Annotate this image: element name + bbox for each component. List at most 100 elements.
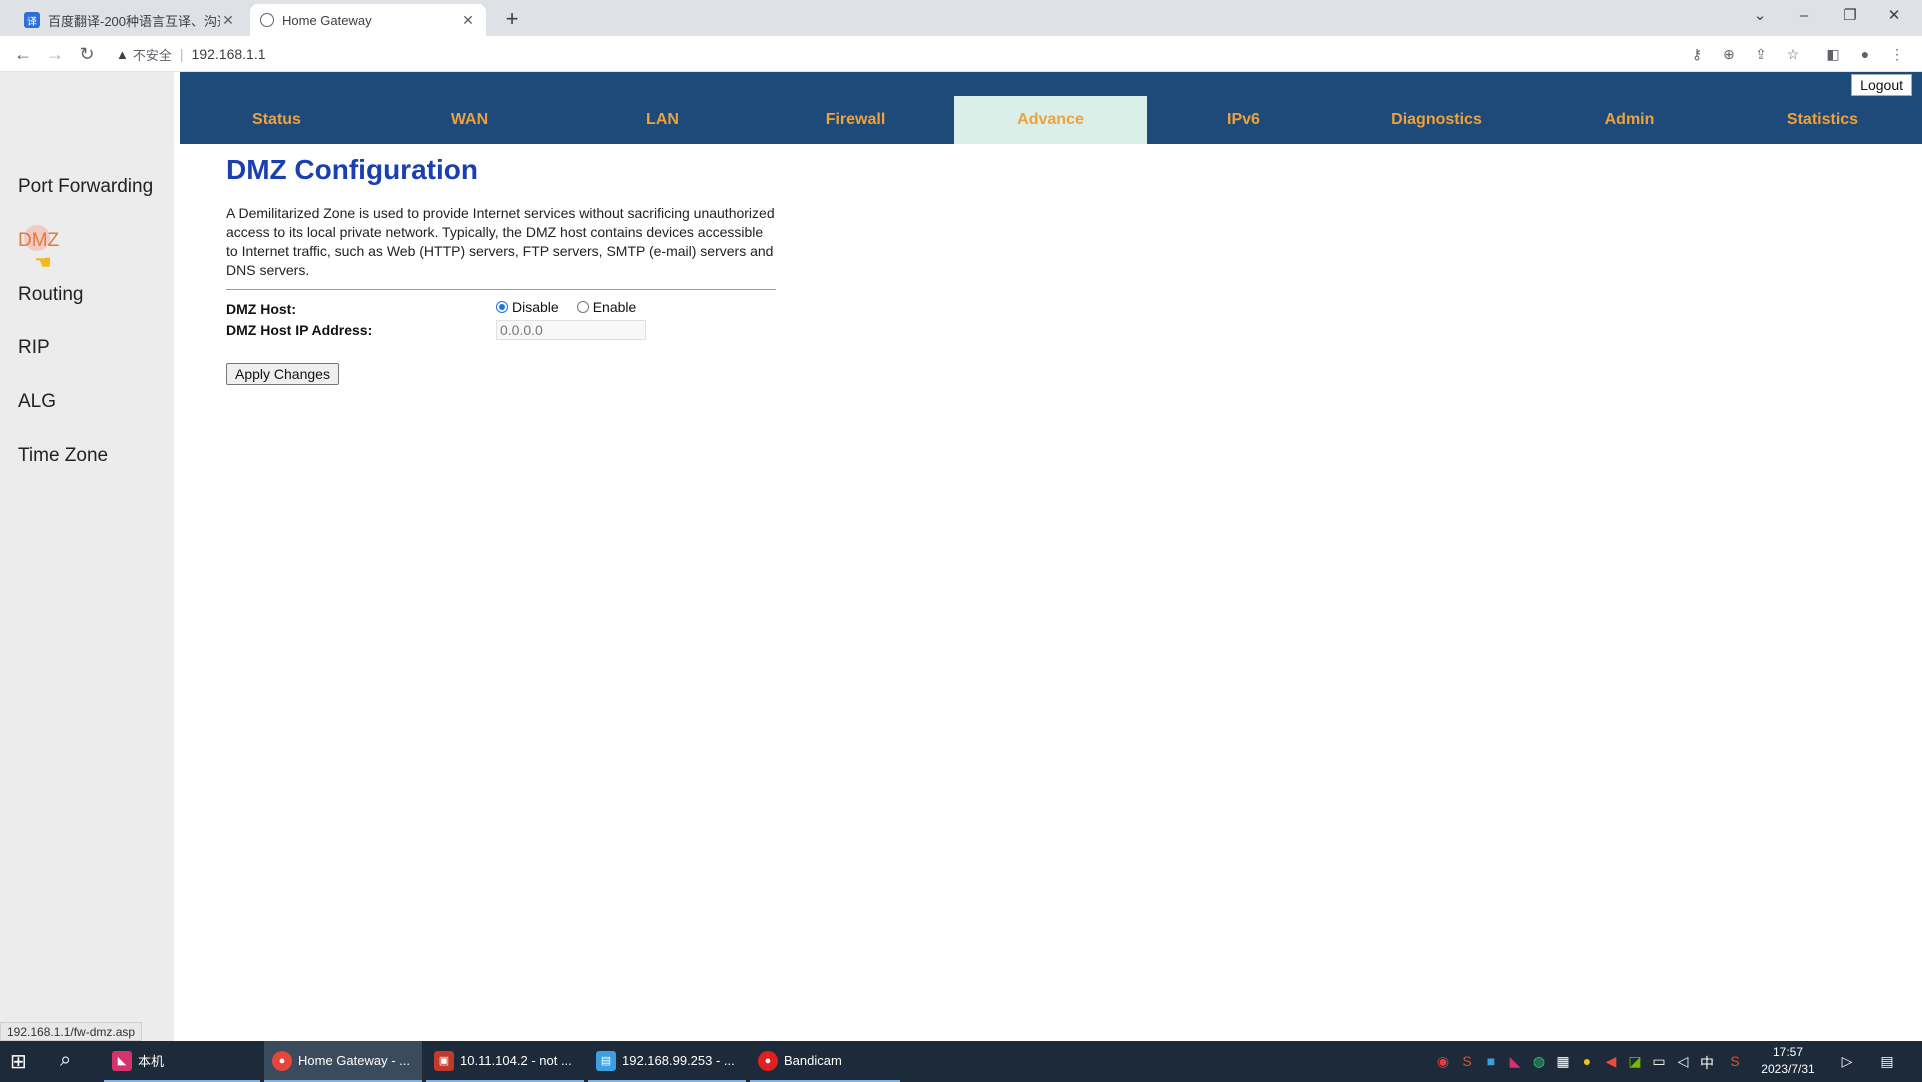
sidebar-item-routing[interactable]: Routing: [18, 284, 84, 306]
nav-tab-status[interactable]: Status: [180, 96, 373, 144]
dmz-ip-input[interactable]: [496, 320, 646, 340]
address-bar[interactable]: ▲ 不安全 | 192.168.1.1: [116, 41, 1676, 67]
taskbar-app-label: 本机: [138, 1054, 165, 1069]
windows-start-icon[interactable]: ⊞: [10, 1049, 27, 1074]
taskbar-app-remote-1[interactable]: ▣ 10.11.104.2 - not ...: [426, 1041, 584, 1082]
status-bar-url: 192.168.1.1/fw-dmz.asp: [0, 1022, 143, 1041]
dmz-disable-radio[interactable]: [496, 301, 508, 313]
tray-app-icon[interactable]: ■: [1480, 1053, 1502, 1069]
forward-arrow-icon[interactable]: →: [42, 42, 68, 66]
sidebar-item-port-forwarding[interactable]: Port Forwarding: [18, 176, 153, 198]
app-local-icon: ◣: [112, 1050, 132, 1071]
taskbar-app-label: Home Gateway - ...: [298, 1053, 410, 1068]
sidebar-item-rip[interactable]: RIP: [18, 337, 50, 359]
tab-title: Home Gateway: [282, 12, 372, 28]
taskbar-app-chrome[interactable]: ● Home Gateway - ...: [264, 1041, 422, 1082]
zoom-icon[interactable]: ⊕: [1718, 44, 1740, 64]
dmz-disable-label[interactable]: Disable: [512, 299, 559, 315]
show-desktop-icon[interactable]: ▷: [1836, 1053, 1858, 1070]
nav-tab-wan[interactable]: WAN: [373, 96, 566, 144]
taskbar-app-remote-2[interactable]: ▤ 192.168.99.253 - ...: [588, 1041, 746, 1082]
url-text[interactable]: 192.168.1.1: [192, 46, 266, 62]
reload-icon[interactable]: ↻: [74, 42, 100, 66]
tray-app-icon[interactable]: S: [1456, 1053, 1478, 1069]
logout-button[interactable]: Logout: [1851, 74, 1912, 96]
restore-button[interactable]: ❐: [1828, 4, 1872, 28]
baidu-translate-favicon-icon: 译: [24, 12, 40, 28]
tray-app-icon[interactable]: ▦: [1552, 1053, 1574, 1070]
sogou-ime-icon[interactable]: S: [1724, 1053, 1746, 1069]
clock-date: 2023/7/31: [1761, 1062, 1815, 1076]
new-tab-button[interactable]: +: [500, 6, 524, 32]
key-icon[interactable]: ⚷: [1686, 44, 1708, 64]
taskbar-app-label: 10.11.104.2 - not ...: [460, 1053, 572, 1068]
dmz-description: A Demilitarized Zone is used to provide …: [226, 204, 776, 290]
tab-search-dropdown-icon[interactable]: ⌄: [1738, 4, 1782, 28]
dmz-host-row: DMZ Host: Disable Enable: [226, 299, 776, 320]
nav-tab-lan[interactable]: LAN: [566, 96, 759, 144]
nav-tab-firewall[interactable]: Firewall: [759, 96, 952, 144]
share-icon[interactable]: ⇪: [1750, 44, 1772, 64]
dmz-enable-radio[interactable]: [576, 301, 589, 313]
sidebar-item-time-zone[interactable]: Time Zone: [18, 445, 108, 467]
dmz-host-options: Disable Enable: [496, 299, 636, 315]
tray-app-icon[interactable]: ◣: [1504, 1053, 1526, 1070]
dmz-config-panel: DMZ Configuration A Demilitarized Zone i…: [226, 154, 776, 385]
taskbar-app-label: 192.168.99.253 - ...: [622, 1053, 735, 1068]
tray-app-icon[interactable]: ◀: [1600, 1053, 1622, 1070]
search-icon[interactable]: ⌕: [60, 1049, 71, 1072]
tab-title: 百度翻译-200种语言互译、沟通: [48, 13, 220, 29]
page-title: DMZ Configuration: [226, 154, 478, 185]
browser-menu-icon[interactable]: ⋮: [1886, 44, 1908, 64]
volume-muted-icon[interactable]: ◁: [1672, 1053, 1694, 1070]
nav-tab-ipv6[interactable]: IPv6: [1147, 96, 1340, 144]
nvidia-icon[interactable]: ◪: [1624, 1053, 1646, 1070]
dmz-host-label: DMZ Host:: [226, 301, 296, 317]
close-window-button[interactable]: ✕: [1872, 4, 1916, 28]
taskbar-app-label: Bandicam: [784, 1053, 842, 1068]
network-icon[interactable]: ▭: [1648, 1053, 1670, 1070]
browser-tab-home-gateway[interactable]: Home Gateway ✕: [250, 4, 486, 36]
nav-tab-admin[interactable]: Admin: [1533, 96, 1726, 144]
browser-tab-baidu-translate[interactable]: 译 百度翻译-200种语言互译、沟通 ✕: [14, 4, 246, 36]
warning-triangle-icon: ▲: [116, 46, 129, 62]
clock-time: 17:57: [1772, 1045, 1804, 1059]
side-panel-icon[interactable]: ◧: [1822, 44, 1844, 64]
minimize-button[interactable]: –: [1782, 4, 1826, 28]
tray-record-icon[interactable]: ◉: [1432, 1053, 1454, 1070]
tab-close-icon[interactable]: ✕: [220, 12, 236, 29]
router-page: Port Forwarding DMZ ☚ Routing RIP ALG Ti…: [0, 72, 1922, 1041]
profile-avatar-icon[interactable]: ●: [1854, 44, 1876, 64]
browser-tabstrip: 译 百度翻译-200种语言互译、沟通 ✕ Home Gateway ✕ + ⌄ …: [0, 0, 1922, 36]
remote-app-icon: ▣: [434, 1050, 454, 1071]
sidebar-item-alg[interactable]: ALG: [18, 391, 56, 413]
tab-close-icon[interactable]: ✕: [460, 12, 476, 29]
chrome-icon: ●: [272, 1050, 292, 1071]
globe-icon: [260, 13, 274, 27]
browser-toolbar: ← → ↻ ▲ 不安全 | 192.168.1.1 ⚷ ⊕ ⇪ ☆ ◧ ● ⋮: [0, 36, 1922, 72]
address-separator: |: [179, 46, 184, 62]
nav-tab-diagnostics[interactable]: Diagnostics: [1340, 96, 1533, 144]
nav-tab-statistics[interactable]: Statistics: [1726, 96, 1919, 144]
notifications-icon[interactable]: ▤: [1876, 1053, 1898, 1070]
windows-taskbar: ⊞ ⌕ ◣ 本机 ● Home Gateway - ... ▣ 10.11.10…: [0, 1041, 1922, 1082]
back-arrow-icon[interactable]: ←: [10, 42, 36, 66]
remote-desktop-icon: ▤: [596, 1050, 616, 1071]
dmz-ip-control: [496, 320, 646, 340]
bandicam-record-icon: ●: [758, 1050, 778, 1071]
sidebar: Port Forwarding DMZ ☚ Routing RIP ALG Ti…: [0, 72, 174, 1041]
bookmark-star-icon[interactable]: ☆: [1782, 44, 1804, 64]
main-nav: Status WAN LAN Firewall Advance IPv6 Dia…: [180, 72, 1922, 144]
ime-indicator[interactable]: 中: [1696, 1053, 1718, 1073]
sidebar-item-dmz[interactable]: DMZ: [18, 230, 59, 252]
dmz-enable-label[interactable]: Enable: [593, 299, 637, 315]
nav-tab-advance[interactable]: Advance: [954, 96, 1147, 144]
taskbar-app-local[interactable]: ◣ 本机: [104, 1041, 260, 1082]
security-status-label: 不安全: [132, 47, 172, 63]
wechat-icon[interactable]: ◍: [1528, 1053, 1550, 1070]
tray-app-icon[interactable]: ●: [1576, 1053, 1598, 1069]
hand-cursor-icon: ☚: [34, 252, 52, 274]
taskbar-app-bandicam[interactable]: ● Bandicam: [750, 1041, 900, 1082]
apply-changes-button[interactable]: Apply Changes: [226, 363, 339, 385]
taskbar-clock[interactable]: 17:57 2023/7/31: [1756, 1044, 1820, 1078]
